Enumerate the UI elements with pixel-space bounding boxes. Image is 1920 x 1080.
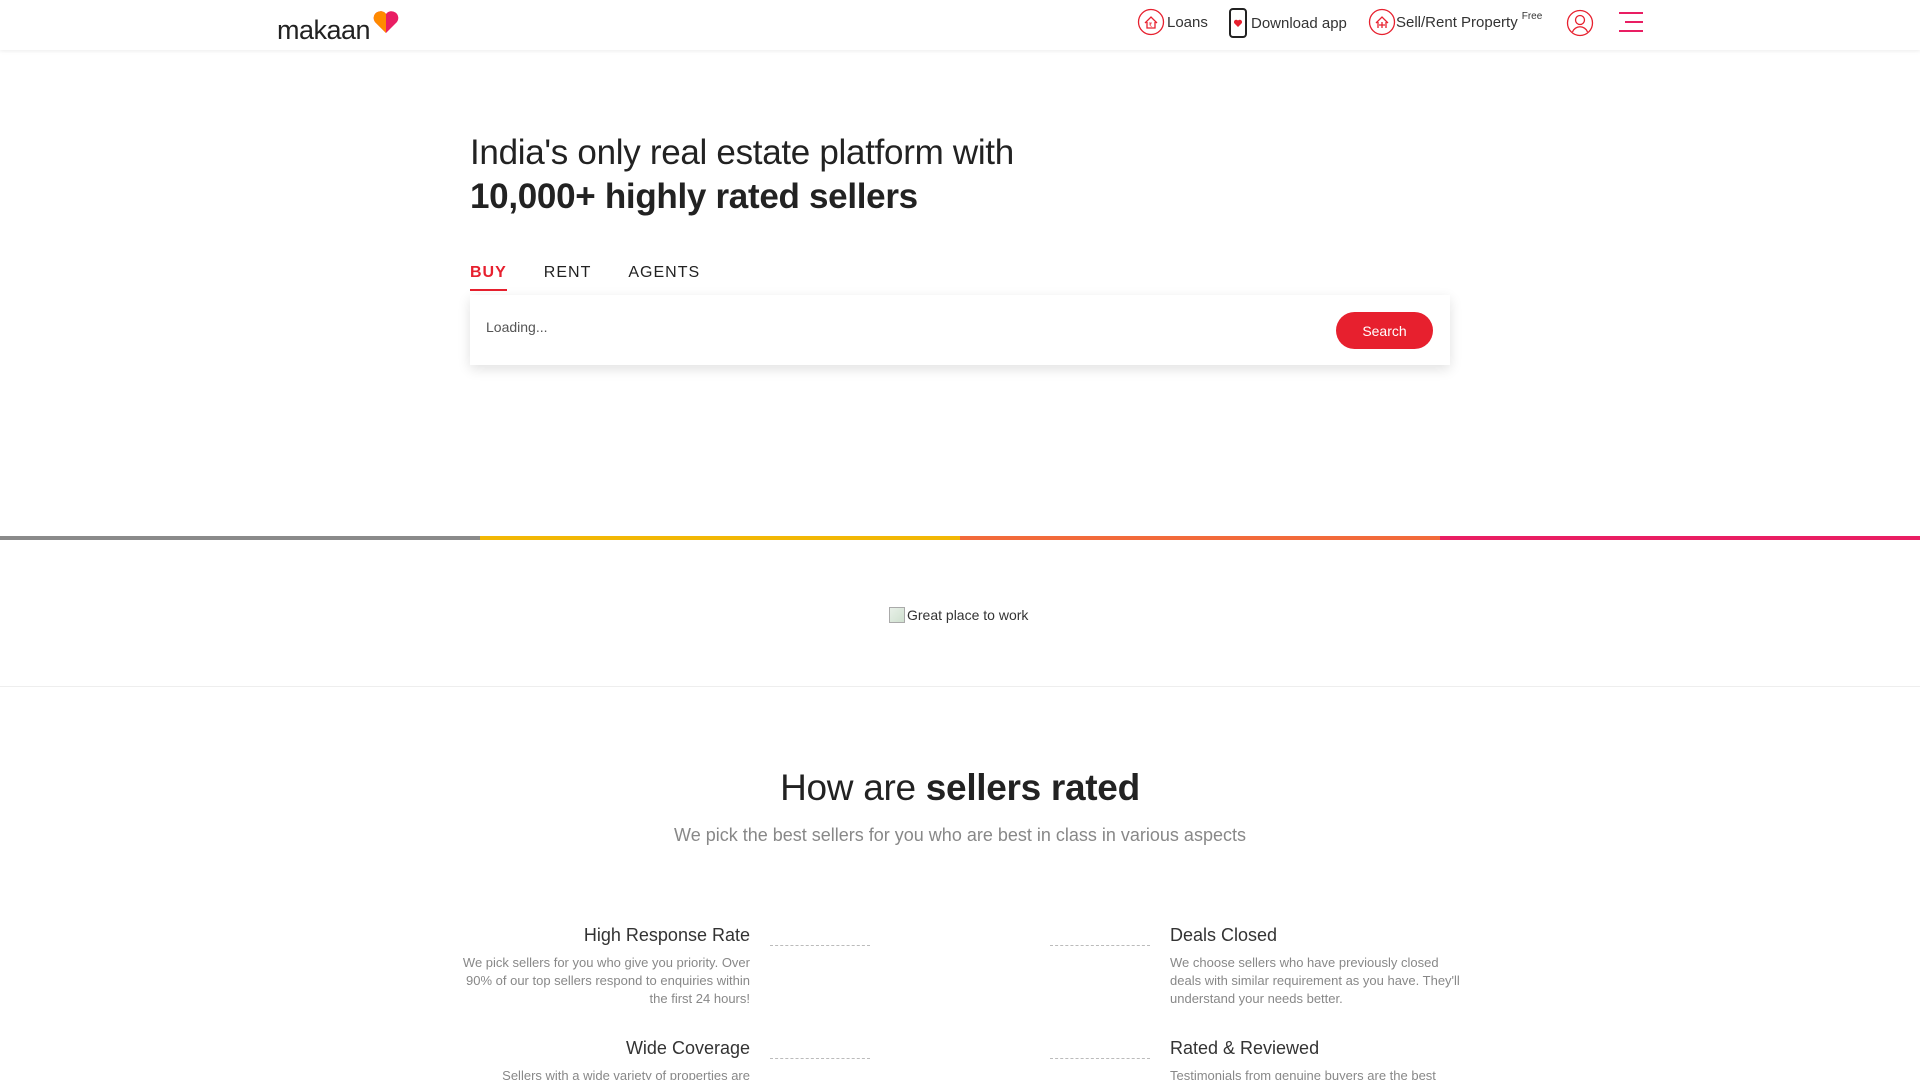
search-input[interactable] [486, 319, 1286, 335]
feature-rated-reviewed: Rated & Reviewed Testimonials from genui… [1170, 1038, 1470, 1080]
makaan-logo[interactable]: makaan [277, 10, 399, 45]
free-badge: Free [1521, 10, 1543, 22]
feature-text: Sellers with a wide variety of propertie… [502, 1068, 750, 1080]
rated-title-normal: How are [780, 767, 916, 808]
tab-buy[interactable]: BUY [470, 264, 507, 291]
section-divider [0, 686, 1920, 687]
nav-loans-label: Loans [1167, 13, 1208, 31]
logo-text: makaan [277, 15, 371, 45]
feature-title: Rated & Reviewed [1170, 1038, 1320, 1058]
search-button[interactable]: Search [1336, 312, 1433, 349]
heart-logo-icon [373, 11, 399, 33]
tab-agents[interactable]: AGENTS [628, 264, 700, 291]
site-header: makaan ₹ Loans Download app Sell/Rent Pr… [0, 0, 1920, 50]
nav-download-app-label: Download app [1251, 14, 1347, 32]
tab-rent[interactable]: RENT [544, 264, 592, 291]
hamburger-menu-button[interactable] [1617, 10, 1645, 34]
broken-image-icon [889, 607, 905, 623]
feature-high-response-rate: High Response Rate We pick sellers for y… [450, 925, 750, 1008]
rated-section-subtitle: We pick the best sellers for you who are… [674, 825, 1246, 845]
stripe-yellow [480, 536, 960, 540]
phone-icon [1227, 8, 1249, 38]
nav-sell-rent-label: Sell/Rent Property [1396, 13, 1518, 31]
feature-deals-closed: Deals Closed We choose sellers who have … [1170, 925, 1470, 1008]
hero-headline-bold: 10,000+ highly rated sellers [470, 177, 918, 216]
nav-download-app[interactable]: Download app [1227, 8, 1347, 38]
search-tabs: BUY RENT AGENTS [470, 264, 737, 291]
home-plus-icon [1368, 8, 1396, 36]
stripe-gray [0, 536, 480, 540]
badge-alt-text: Great place to work [907, 607, 1029, 623]
user-icon [1566, 9, 1594, 37]
great-place-to-work-badge: Great place to work [889, 607, 1028, 623]
feature-title: High Response Rate [583, 925, 750, 945]
feature-wide-coverage: Wide Coverage Sellers with a wide variet… [450, 1038, 750, 1080]
loan-home-icon: ₹ [1137, 8, 1165, 36]
feature-text: We choose sellers who have previously cl… [1170, 955, 1460, 1006]
color-stripe [0, 536, 1920, 540]
feature-title: Deals Closed [1170, 925, 1278, 945]
menu-icon [1619, 12, 1643, 32]
rated-section-title: How are sellers rated [0, 767, 1920, 809]
nav-loans[interactable]: ₹ Loans [1137, 8, 1208, 36]
nav-sell-rent[interactable]: Sell/Rent Property Free [1368, 8, 1542, 36]
search-box: Search [470, 295, 1450, 365]
feature-title: Wide Coverage [625, 1038, 750, 1058]
dotted-connector [770, 1058, 870, 1059]
dotted-connector [1050, 945, 1150, 946]
user-account-button[interactable] [1566, 9, 1594, 37]
svg-text:₹: ₹ [1149, 22, 1153, 29]
rated-title-bold: sellers rated [925, 767, 1140, 808]
feature-text: Testimonials from genuine buyers are the… [1170, 1068, 1436, 1080]
feature-text: We pick sellers for you who give you pri… [462, 955, 750, 1006]
dotted-connector [770, 945, 870, 946]
stripe-orange [960, 536, 1440, 540]
hero-headline: India's only real estate platform with [470, 133, 1014, 172]
stripe-pink [1440, 536, 1920, 540]
dotted-connector [1050, 1058, 1150, 1059]
